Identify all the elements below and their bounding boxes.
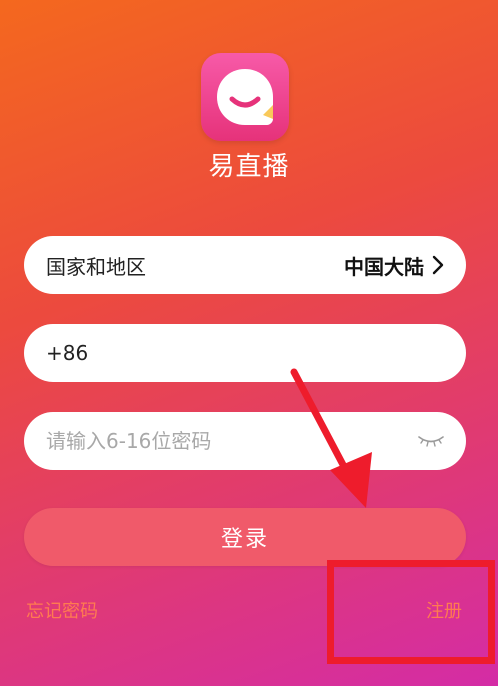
region-selector[interactable]: 国家和地区 中国大陆 [24, 236, 466, 294]
region-value-group: 中国大陆 [344, 251, 444, 280]
region-value: 中国大陆 [344, 254, 424, 279]
password-field[interactable] [24, 412, 466, 470]
app-name: 易直播 [208, 152, 290, 182]
forgot-password-link[interactable]: 忘记密码 [26, 597, 98, 623]
chat-bubble-smile-icon [217, 69, 273, 125]
region-label: 国家和地区 [46, 254, 146, 279]
eye-closed-icon[interactable] [418, 434, 444, 448]
login-button[interactable]: 登录 [24, 508, 466, 566]
phone-input[interactable] [46, 341, 444, 365]
annotation-highlight-box [327, 560, 495, 664]
chevron-right-icon [432, 255, 444, 275]
phone-field[interactable] [24, 324, 466, 382]
app-logo-icon [201, 53, 289, 141]
password-input[interactable] [46, 429, 410, 453]
